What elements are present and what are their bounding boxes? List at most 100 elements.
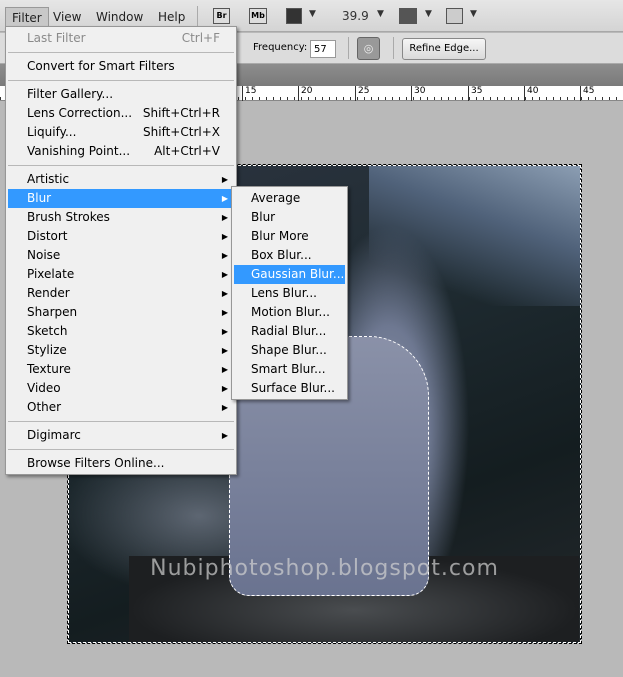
label: Distort: [27, 229, 68, 243]
label: Pixelate: [27, 267, 75, 281]
menu-item-artistic[interactable]: Artistic ▶: [8, 170, 234, 189]
menu-item-other[interactable]: Other ▶: [8, 398, 234, 417]
bridge-icon[interactable]: Br: [213, 8, 230, 24]
menu-item-brush-strokes[interactable]: Brush Strokes ▶: [8, 208, 234, 227]
menu-item-noise[interactable]: Noise ▶: [8, 246, 234, 265]
label: Digimarc: [27, 428, 81, 442]
menu-window[interactable]: Window: [90, 7, 149, 27]
submenu-arrow-icon: ▶: [221, 213, 228, 222]
submenu-arrow-icon: ▶: [221, 270, 228, 279]
label: Sharpen: [27, 305, 78, 319]
divider: [8, 52, 234, 53]
menu-item-stylize[interactable]: Stylize ▶: [8, 341, 234, 360]
menu-item-texture[interactable]: Texture ▶: [8, 360, 234, 379]
label: Other: [27, 400, 62, 414]
submenu-item-box-blur[interactable]: Box Blur...: [234, 246, 345, 265]
menu-item-pixelate[interactable]: Pixelate ▶: [8, 265, 234, 284]
label: Artistic: [27, 172, 70, 186]
label: Blur: [27, 191, 52, 205]
zoom-level[interactable]: 39.9: [342, 9, 369, 23]
frequency-input[interactable]: [310, 40, 336, 58]
label: Brush Strokes: [27, 210, 110, 224]
menu-item-digimarc[interactable]: Digimarc ▶: [8, 426, 234, 445]
submenu-item-lens-blur[interactable]: Lens Blur...: [234, 284, 345, 303]
frequency-label: Frequency:: [253, 42, 308, 53]
menu-item-browse-filters-online[interactable]: Browse Filters Online...: [8, 454, 234, 473]
menu-item-vanishing-point[interactable]: Vanishing Point... Alt+Ctrl+V: [8, 142, 234, 161]
menu-item-blur[interactable]: Blur ▶: [8, 189, 234, 208]
submenu-arrow-icon: ▶: [221, 232, 228, 241]
ruler-label: 30: [411, 86, 425, 101]
submenu-item-surface-blur[interactable]: Surface Blur...: [234, 379, 345, 398]
chevron-down-icon[interactable]: ▼: [309, 9, 316, 19]
label: Render: [27, 286, 70, 300]
submenu-arrow-icon: ▶: [221, 194, 228, 203]
divider: [197, 6, 198, 28]
divider: [8, 421, 234, 422]
label: Vanishing Point...: [27, 144, 131, 158]
menu-item-sketch[interactable]: Sketch ▶: [8, 322, 234, 341]
submenu-item-blur-more[interactable]: Blur More: [234, 227, 345, 246]
submenu-item-radial-blur[interactable]: Radial Blur...: [234, 322, 345, 341]
menu-item-sharpen[interactable]: Sharpen ▶: [8, 303, 234, 322]
chevron-down-icon[interactable]: ▼: [470, 9, 477, 19]
divider: [8, 165, 234, 166]
view-extras-icon[interactable]: [286, 8, 302, 24]
refine-edge-button[interactable]: Refine Edge...: [402, 38, 486, 60]
submenu-arrow-icon: ▶: [221, 431, 228, 440]
submenu-arrow-icon: ▶: [221, 365, 228, 374]
shortcut: Shift+Ctrl+X: [143, 125, 220, 139]
chevron-down-icon[interactable]: ▼: [377, 9, 384, 19]
submenu-arrow-icon: ▶: [221, 308, 228, 317]
watermark: Nubiphotoshop.blogspot.com: [150, 556, 499, 581]
label: Texture: [27, 362, 71, 376]
menu-item-filter-gallery[interactable]: Filter Gallery...: [8, 85, 234, 104]
label: Stylize: [27, 343, 67, 357]
menu-item-distort[interactable]: Distort ▶: [8, 227, 234, 246]
menu-item-lens-correction[interactable]: Lens Correction... Shift+Ctrl+R: [8, 104, 234, 123]
label: Sketch: [27, 324, 68, 338]
submenu-item-average[interactable]: Average: [234, 189, 345, 208]
arrange-documents-icon[interactable]: [399, 8, 417, 24]
submenu-arrow-icon: ▶: [221, 327, 228, 336]
submenu-arrow-icon: ▶: [221, 384, 228, 393]
submenu-item-motion-blur[interactable]: Motion Blur...: [234, 303, 345, 322]
menu-item-convert-smart-filters[interactable]: Convert for Smart Filters: [8, 57, 234, 76]
ruler-label: 45: [580, 86, 594, 101]
menu-filter[interactable]: Filter: [5, 7, 49, 27]
ruler-label: 15: [242, 86, 256, 101]
shortcut: Shift+Ctrl+R: [142, 106, 220, 120]
blur-submenu: Average Blur Blur More Box Blur... Gaussian …: [231, 186, 348, 400]
divider: [348, 37, 349, 59]
pen-pressure-icon[interactable]: ◎: [357, 37, 380, 60]
submenu-arrow-icon: ▶: [221, 346, 228, 355]
screen-mode-icon[interactable]: [446, 8, 463, 24]
label: Filter Gallery...: [27, 87, 114, 101]
mini-bridge-icon[interactable]: Mb: [249, 8, 267, 24]
menu-help[interactable]: Help: [152, 7, 191, 27]
mountain: [369, 166, 580, 306]
submenu-arrow-icon: ▶: [221, 251, 228, 260]
label: Noise: [27, 248, 61, 262]
submenu-arrow-icon: ▶: [221, 175, 228, 184]
menu-view[interactable]: View: [47, 7, 87, 27]
submenu-item-smart-blur[interactable]: Smart Blur...: [234, 360, 345, 379]
shortcut: Ctrl+F: [181, 31, 220, 45]
menu-item-render[interactable]: Render ▶: [8, 284, 234, 303]
divider: [393, 37, 394, 59]
divider: [8, 449, 234, 450]
label: Liquify...: [27, 125, 77, 139]
chevron-down-icon[interactable]: ▼: [425, 9, 432, 19]
submenu-item-shape-blur[interactable]: Shape Blur...: [234, 341, 345, 360]
ruler-label: 25: [355, 86, 369, 101]
menu-item-liquify[interactable]: Liquify... Shift+Ctrl+X: [8, 123, 234, 142]
label: Lens Correction...: [27, 106, 133, 120]
ruler-label: 20: [298, 86, 312, 101]
submenu-item-blur[interactable]: Blur: [234, 208, 345, 227]
submenu-arrow-icon: ▶: [221, 403, 228, 412]
submenu-item-gaussian-blur[interactable]: Gaussian Blur...: [234, 265, 345, 284]
submenu-arrow-icon: ▶: [221, 289, 228, 298]
menu-item-last-filter[interactable]: Last Filter Ctrl+F: [8, 29, 234, 48]
label: Video: [27, 381, 61, 395]
menu-item-video[interactable]: Video ▶: [8, 379, 234, 398]
